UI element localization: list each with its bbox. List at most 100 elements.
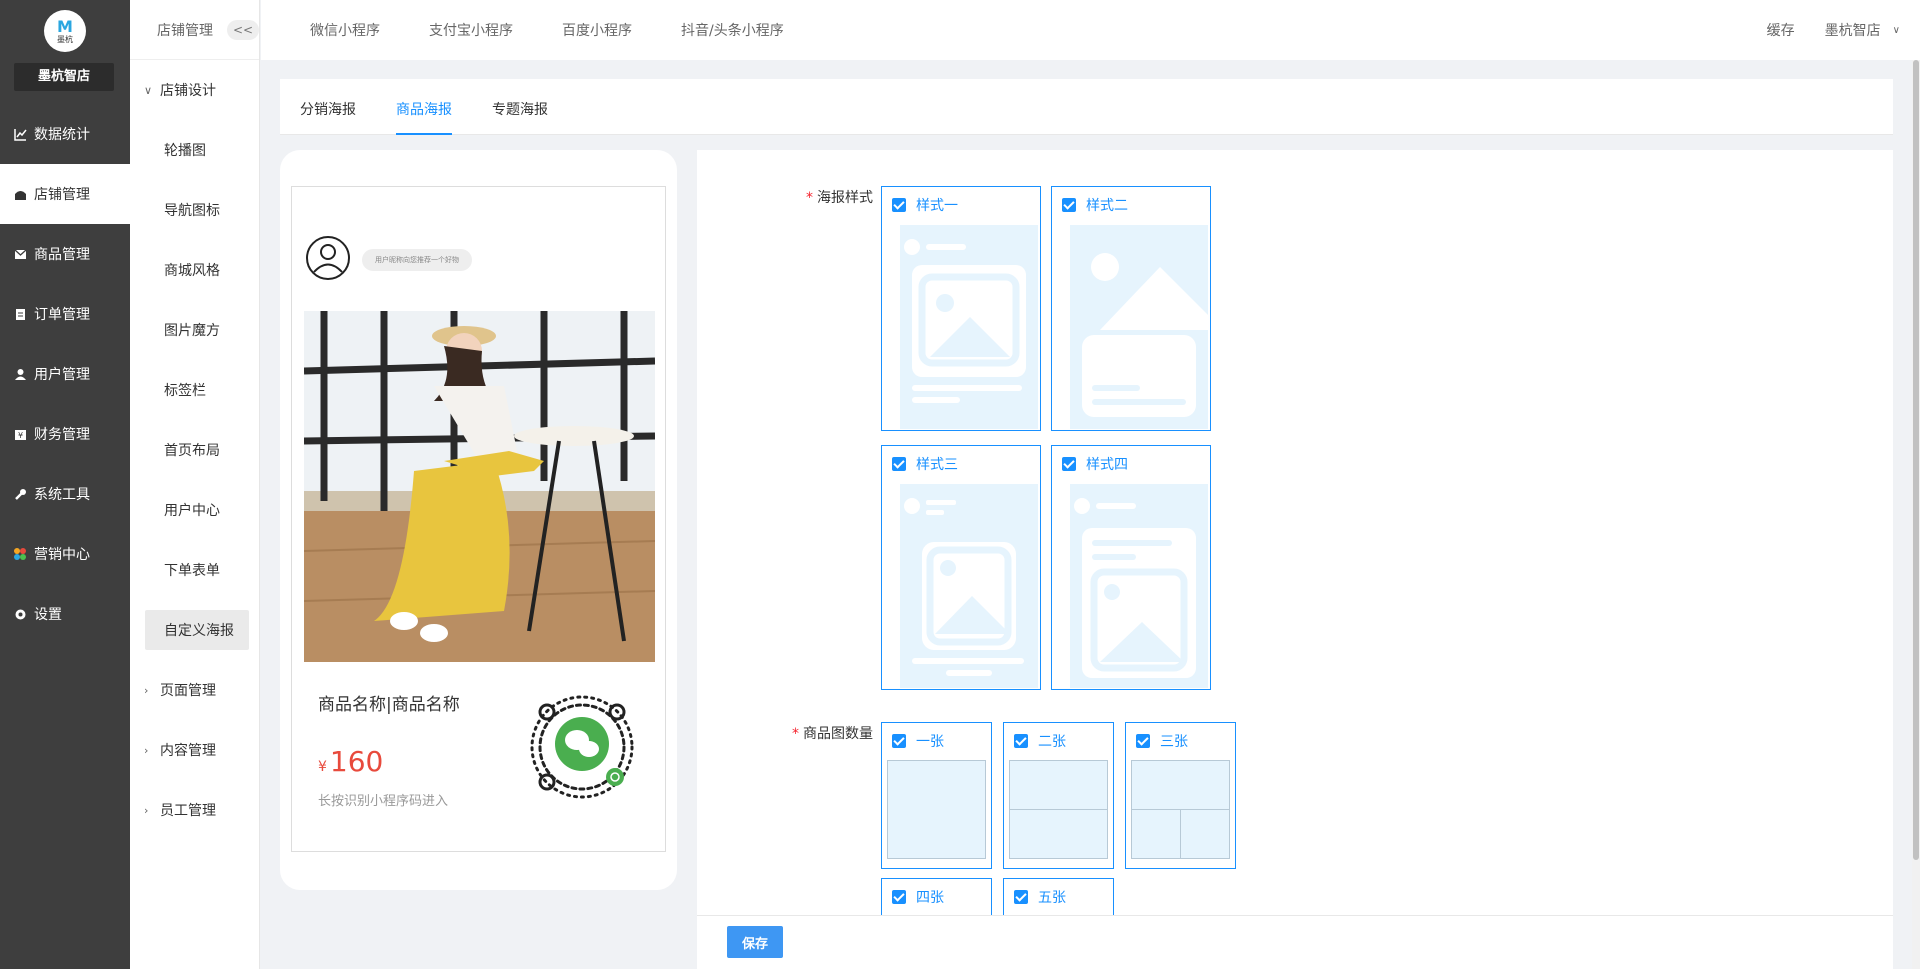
sub-sidebar: 店铺管理 << ∨ 店铺设计 轮播图 导航图标 商城风格 图片魔方 标签栏 首页…: [130, 0, 260, 969]
checkbox-checked-icon[interactable]: [892, 457, 906, 471]
style-card-2[interactable]: 样式二: [1051, 186, 1211, 431]
top-tab-alipay[interactable]: 支付宝小程序: [429, 20, 513, 40]
option-label: 样式三: [916, 457, 958, 473]
group-label: 页面管理: [160, 683, 216, 699]
checkbox-checked-icon[interactable]: [1014, 734, 1028, 748]
group-label: 员工管理: [160, 803, 216, 819]
chevron-down-icon[interactable]: ∨: [1893, 25, 1900, 36]
checkbox-checked-icon[interactable]: [892, 890, 906, 904]
subnav-title: 店铺管理: [157, 22, 213, 39]
scrollbar-thumb[interactable]: [1913, 60, 1919, 860]
nav-item-stats[interactable]: 数据统计: [0, 104, 130, 164]
subnav-item-order-form[interactable]: 下单表单: [130, 540, 259, 600]
product-image: [304, 311, 655, 662]
checkbox-checked-icon[interactable]: [892, 734, 906, 748]
style-option-2[interactable]: 样式二: [1052, 187, 1210, 223]
style-option-4[interactable]: 样式四: [1052, 446, 1210, 482]
count-card-3[interactable]: 三张: [1125, 722, 1236, 869]
currency-symbol: ¥: [318, 759, 327, 775]
top-tab-wechat[interactable]: 微信小程序: [310, 20, 380, 40]
group-page-manage[interactable]: › 页面管理: [130, 660, 259, 720]
nav-item-goods[interactable]: 商品管理: [0, 224, 130, 284]
group-label: 内容管理: [160, 743, 216, 759]
poster-preview: 用户昵称向您推荐一个好物 商品名称|商品名称 ¥ 160 长按识别小程序码进入: [291, 186, 666, 852]
nav-label: 设置: [34, 607, 62, 623]
tab-topic-poster[interactable]: 专题海报: [492, 99, 548, 119]
user-menu[interactable]: 墨杭智店: [1825, 20, 1881, 40]
label-text: 商品图数量: [803, 726, 873, 742]
tab-distribution-poster[interactable]: 分销海报: [300, 99, 356, 119]
subnav-item-style[interactable]: 商城风格: [130, 240, 259, 300]
count-option-5[interactable]: 五张: [1004, 879, 1113, 915]
page-scrollbar[interactable]: [1912, 60, 1920, 969]
checkbox-checked-icon[interactable]: [1062, 457, 1076, 471]
logo-mark: M: [57, 16, 73, 36]
checkbox-checked-icon[interactable]: [892, 198, 906, 212]
style-option-3[interactable]: 样式三: [882, 446, 1040, 482]
nav-item-orders[interactable]: 订单管理: [0, 284, 130, 344]
style-1-thumbnail: [900, 225, 1038, 429]
tab-goods-poster[interactable]: 商品海报: [396, 99, 452, 119]
subnav-item-home-layout[interactable]: 首页布局: [130, 420, 259, 480]
subnav-item-tabbar[interactable]: 标签栏: [130, 360, 259, 420]
subnav-item-nav-icons[interactable]: 导航图标: [130, 180, 259, 240]
nav-item-users[interactable]: 用户管理: [0, 344, 130, 404]
style-card-4[interactable]: 样式四: [1051, 445, 1211, 690]
group-content-manage[interactable]: › 内容管理: [130, 720, 259, 780]
group-staff-manage[interactable]: › 员工管理: [130, 780, 259, 840]
option-label: 样式四: [1086, 457, 1128, 473]
nav-item-marketing[interactable]: 营销中心: [0, 524, 130, 584]
style-4-thumbnail: [1070, 484, 1208, 688]
style-option-1[interactable]: 样式一: [882, 187, 1040, 223]
subnav-item-image-cube[interactable]: 图片魔方: [130, 300, 259, 360]
nav-item-finance[interactable]: ¥ 财务管理: [0, 404, 130, 464]
style-card-1[interactable]: 样式一: [881, 186, 1041, 431]
count-option-3[interactable]: 三张: [1126, 723, 1235, 759]
style-card-3[interactable]: 样式三: [881, 445, 1041, 690]
store-icon: [12, 186, 28, 202]
nav-item-tools[interactable]: 系统工具: [0, 464, 130, 524]
gear-icon: [12, 606, 28, 622]
marketing-icon: [12, 546, 28, 562]
style-3-thumbnail: [900, 484, 1038, 688]
clipboard-icon: [12, 306, 28, 322]
scan-tip: 长按识别小程序码进入: [318, 794, 449, 809]
nav-label: 系统工具: [34, 487, 90, 503]
subnav-item-custom-poster[interactable]: 自定义海报: [145, 610, 249, 650]
nav-label: 财务管理: [34, 427, 90, 443]
chevron-right-icon: ›: [144, 803, 149, 817]
chart-icon: [12, 126, 28, 142]
option-label: 四张: [916, 890, 944, 906]
miniprogram-code-icon: [530, 695, 634, 799]
subnav-item-banner[interactable]: 轮播图: [130, 120, 259, 180]
top-tab-baidu[interactable]: 百度小程序: [562, 20, 632, 40]
checkbox-checked-icon[interactable]: [1136, 734, 1150, 748]
count-card-1[interactable]: 一张: [881, 722, 992, 869]
count-option-4[interactable]: 四张: [882, 879, 991, 915]
top-bar: 微信小程序 支付宝小程序 百度小程序 抖音/头条小程序 缓存 墨杭智店 ∨: [261, 0, 1920, 60]
mail-icon: [12, 246, 28, 262]
subnav-item-user-center[interactable]: 用户中心: [130, 480, 259, 540]
save-button[interactable]: 保存: [727, 926, 783, 958]
svg-text:¥: ¥: [17, 431, 22, 440]
collapse-button[interactable]: <<: [227, 19, 259, 40]
count-card-2[interactable]: 二张: [1003, 722, 1114, 869]
label-text: 海报样式: [817, 190, 873, 206]
product-price: ¥160: [318, 745, 383, 778]
nav-item-settings[interactable]: 设置: [0, 584, 130, 644]
checkbox-checked-icon[interactable]: [1062, 198, 1076, 212]
checkbox-checked-icon[interactable]: [1014, 890, 1028, 904]
nav-item-store[interactable]: 店铺管理: [0, 164, 130, 224]
count-2-thumbnail: [1009, 760, 1108, 859]
poster-style-label: * 海报样式: [793, 187, 873, 207]
top-tab-douyin[interactable]: 抖音/头条小程序: [681, 20, 784, 40]
tab-divider: [280, 134, 1893, 135]
count-option-2[interactable]: 二张: [1004, 723, 1113, 759]
cache-button[interactable]: 缓存: [1767, 20, 1795, 40]
count-card-4[interactable]: 四张: [881, 878, 992, 918]
chevron-right-icon: ›: [144, 743, 149, 757]
count-card-5[interactable]: 五张: [1003, 878, 1114, 918]
group-store-design[interactable]: ∨ 店铺设计: [130, 60, 259, 120]
count-option-1[interactable]: 一张: [882, 723, 991, 759]
store-name: 墨杭智店: [14, 63, 114, 91]
